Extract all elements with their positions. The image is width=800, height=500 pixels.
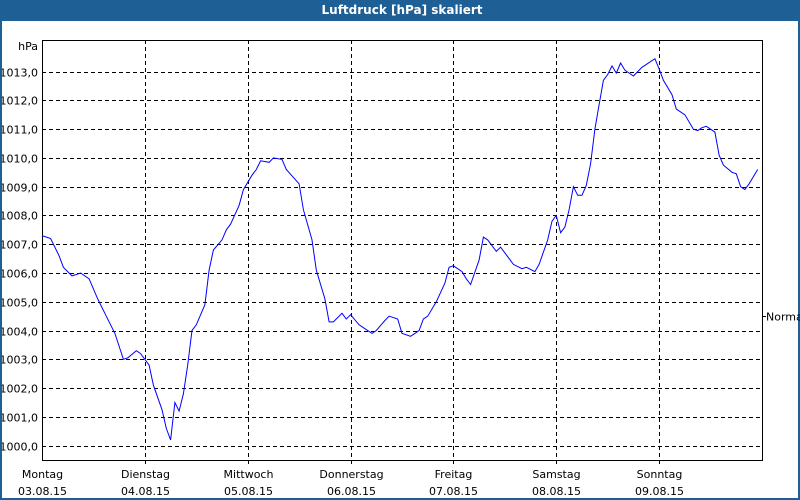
chart-window: Luftdruck [hPa] skaliert hPa 1000,0 1001,…: [0, 0, 800, 500]
y-tick-label: 1001,0: [2, 412, 38, 425]
y-tick-label: 1000,0: [2, 441, 38, 454]
x-tick-day: Sonntag: [637, 468, 683, 481]
y-tick-label: 1008,0: [2, 210, 38, 223]
reference-label: Normal: [766, 311, 800, 324]
x-tick-date: 05.08.15: [224, 485, 273, 498]
y-tick-label: 1003,0: [2, 354, 38, 367]
y-tick-label: 1009,0: [2, 182, 38, 195]
y-axis-label: hPa: [18, 40, 38, 53]
x-tick-date: 07.08.15: [429, 485, 478, 498]
x-tick-day: Donnerstag: [319, 468, 383, 481]
x-tick-day: Samstag: [532, 468, 580, 481]
x-tick-date: 04.08.15: [121, 485, 170, 498]
y-tick-label: 1006,0: [2, 268, 38, 281]
pressure-chart: hPa 1000,0 1001,0 1002,0 1003,0 1004,0 1005,0…: [2, 40, 800, 498]
x-tick-date: 09.08.15: [635, 485, 684, 498]
y-tick-label: 1007,0: [2, 239, 38, 252]
x-tick-date: 06.08.15: [327, 485, 376, 498]
x-tick-day: Mittwoch: [224, 468, 274, 481]
x-tick-date: 08.08.15: [532, 485, 581, 498]
y-tick-label: 1005,0: [2, 297, 38, 310]
x-tick-day: Montag: [22, 468, 63, 481]
pressure-line: [41, 57, 759, 441]
y-tick-label: 1010,0: [2, 153, 38, 166]
y-tick-label: 1011,0: [2, 124, 38, 137]
x-tick-date: 03.08.15: [18, 485, 67, 498]
y-tick-label: 1013,0: [2, 67, 38, 80]
x-tick-day: Freitag: [435, 468, 473, 481]
y-tick-label: 1004,0: [2, 326, 38, 339]
x-tick-day: Dienstag: [121, 468, 170, 481]
y-tick-label: 1012,0: [2, 95, 38, 108]
y-tick-label: 1002,0: [2, 383, 38, 396]
plot-frame: [42, 40, 763, 461]
